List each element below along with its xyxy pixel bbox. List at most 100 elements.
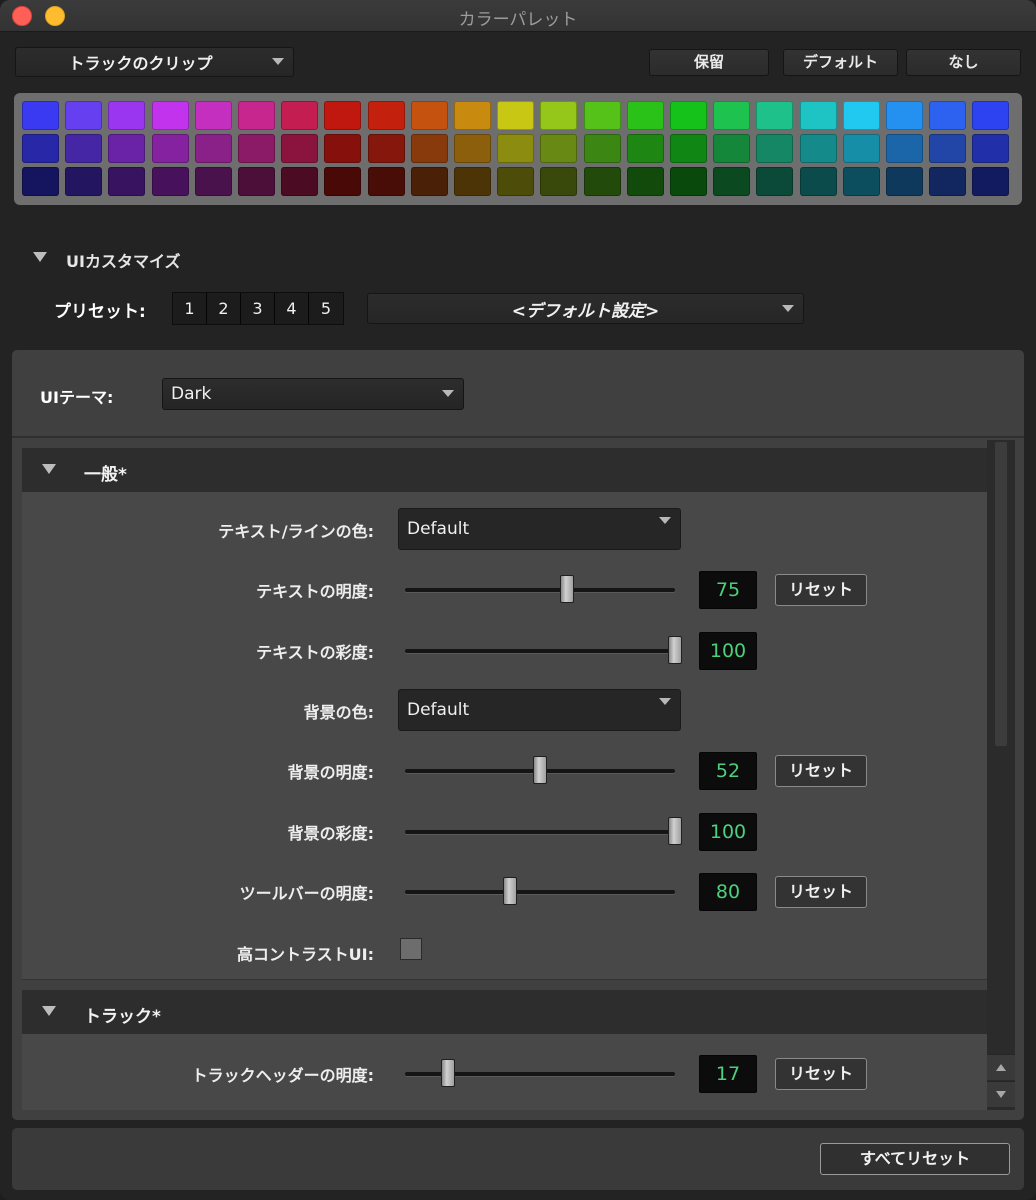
color-swatch[interactable] bbox=[22, 167, 59, 196]
color-swatch[interactable] bbox=[583, 167, 621, 196]
color-swatch[interactable] bbox=[367, 134, 405, 163]
background-brightness-reset-button[interactable]: リセット bbox=[775, 755, 867, 787]
preset-button-4[interactable]: 4 bbox=[275, 293, 309, 324]
color-swatch[interactable] bbox=[756, 134, 794, 163]
color-swatch[interactable] bbox=[65, 167, 103, 196]
color-swatch[interactable] bbox=[497, 101, 535, 130]
reset-all-button[interactable]: すべてリセット bbox=[820, 1143, 1010, 1175]
ui-theme-dropdown[interactable]: Dark bbox=[162, 378, 464, 410]
color-swatch[interactable] bbox=[65, 134, 103, 163]
color-swatch[interactable] bbox=[108, 101, 146, 130]
color-swatch[interactable] bbox=[626, 134, 664, 163]
color-swatch[interactable] bbox=[929, 167, 967, 196]
color-swatch[interactable] bbox=[281, 101, 319, 130]
color-swatch[interactable] bbox=[65, 101, 103, 130]
color-swatch[interactable] bbox=[324, 134, 362, 163]
color-swatch[interactable] bbox=[454, 101, 491, 130]
color-swatch[interactable] bbox=[670, 167, 707, 196]
color-swatch[interactable] bbox=[886, 134, 923, 163]
color-swatch[interactable] bbox=[410, 167, 448, 196]
color-swatch[interactable] bbox=[151, 134, 189, 163]
color-swatch[interactable] bbox=[22, 134, 59, 163]
ui-customize-header[interactable]: UIカスタマイズ bbox=[66, 248, 180, 272]
color-swatch[interactable] bbox=[842, 167, 880, 196]
color-swatch[interactable] bbox=[626, 167, 664, 196]
track-header-brightness-slider[interactable] bbox=[405, 1059, 675, 1087]
color-swatch[interactable] bbox=[799, 167, 837, 196]
color-swatch[interactable] bbox=[886, 167, 923, 196]
track-header-brightness-reset-button[interactable]: リセット bbox=[775, 1058, 867, 1090]
color-swatch[interactable] bbox=[108, 167, 146, 196]
color-swatch[interactable] bbox=[540, 101, 578, 130]
color-swatch[interactable] bbox=[367, 167, 405, 196]
color-swatch[interactable] bbox=[756, 167, 794, 196]
slider-handle[interactable] bbox=[560, 575, 574, 603]
disclosure-triangle-icon[interactable] bbox=[42, 1006, 56, 1016]
color-swatch[interactable] bbox=[22, 101, 59, 130]
text-brightness-reset-button[interactable]: リセット bbox=[775, 574, 867, 606]
general-section-header[interactable]: 一般* bbox=[22, 448, 987, 492]
scroll-down-button[interactable] bbox=[987, 1081, 1015, 1107]
track-header-brightness-value[interactable]: 17 bbox=[699, 1055, 757, 1093]
color-swatch[interactable] bbox=[454, 134, 491, 163]
color-swatch[interactable] bbox=[713, 167, 751, 196]
settings-scroll-area[interactable]: 一般* テキスト/ラインの色: Default テキストの明度: 75 リセット… bbox=[22, 446, 987, 1110]
color-swatch[interactable] bbox=[842, 134, 880, 163]
background-color-dropdown[interactable]: Default bbox=[398, 689, 681, 731]
slider-handle[interactable] bbox=[668, 636, 682, 664]
toolbar-brightness-reset-button[interactable]: リセット bbox=[775, 876, 867, 908]
text-saturation-value[interactable]: 100 bbox=[699, 632, 757, 670]
color-swatch[interactable] bbox=[583, 134, 621, 163]
preset-button-2[interactable]: 2 bbox=[207, 293, 241, 324]
color-swatch[interactable] bbox=[540, 167, 578, 196]
scrollbar-thumb[interactable] bbox=[995, 442, 1007, 746]
color-swatch[interactable] bbox=[238, 167, 275, 196]
color-swatch[interactable] bbox=[886, 101, 923, 130]
scroll-up-button[interactable] bbox=[987, 1054, 1015, 1080]
color-swatch[interactable] bbox=[238, 101, 275, 130]
color-swatch[interactable] bbox=[756, 101, 794, 130]
color-swatch[interactable] bbox=[713, 101, 751, 130]
track-section-header[interactable]: トラック* bbox=[22, 990, 987, 1034]
color-swatch[interactable] bbox=[799, 101, 837, 130]
color-swatch[interactable] bbox=[281, 167, 319, 196]
text-brightness-value[interactable]: 75 bbox=[699, 571, 757, 609]
color-swatch[interactable] bbox=[929, 101, 967, 130]
slider-handle[interactable] bbox=[668, 817, 682, 845]
preset-button-5[interactable]: 5 bbox=[309, 293, 343, 324]
slider-handle[interactable] bbox=[441, 1059, 456, 1087]
color-swatch[interactable] bbox=[194, 134, 232, 163]
toolbar-brightness-slider[interactable] bbox=[405, 877, 675, 905]
text-color-dropdown[interactable]: Default bbox=[398, 508, 681, 550]
color-swatch[interactable] bbox=[497, 134, 535, 163]
color-swatch[interactable] bbox=[194, 167, 232, 196]
color-swatch[interactable] bbox=[540, 134, 578, 163]
color-swatch[interactable] bbox=[410, 134, 448, 163]
background-brightness-value[interactable]: 52 bbox=[699, 752, 757, 790]
preset-dropdown[interactable]: <デフォルト設定> bbox=[367, 293, 804, 324]
background-saturation-value[interactable]: 100 bbox=[699, 813, 757, 851]
color-swatch[interactable] bbox=[626, 101, 664, 130]
color-swatch[interactable] bbox=[583, 101, 621, 130]
color-swatch[interactable] bbox=[324, 101, 362, 130]
color-swatch[interactable] bbox=[151, 167, 189, 196]
color-swatch[interactable] bbox=[842, 101, 880, 130]
color-swatch[interactable] bbox=[713, 134, 751, 163]
default-color-button[interactable]: デフォルト bbox=[783, 49, 898, 76]
no-color-button[interactable]: なし bbox=[906, 49, 1021, 76]
color-swatch[interactable] bbox=[281, 134, 319, 163]
color-swatch[interactable] bbox=[972, 167, 1010, 196]
preset-button-3[interactable]: 3 bbox=[241, 293, 275, 324]
slider-handle[interactable] bbox=[503, 877, 518, 905]
color-swatch[interactable] bbox=[972, 134, 1010, 163]
toolbar-brightness-value[interactable]: 80 bbox=[699, 873, 757, 911]
color-swatch[interactable] bbox=[108, 134, 146, 163]
color-swatch[interactable] bbox=[929, 134, 967, 163]
color-swatch[interactable] bbox=[497, 167, 535, 196]
preset-button-1[interactable]: 1 bbox=[173, 293, 207, 324]
color-swatch[interactable] bbox=[670, 134, 707, 163]
color-swatch[interactable] bbox=[972, 101, 1010, 130]
hold-button[interactable]: 保留 bbox=[649, 49, 769, 76]
color-swatch[interactable] bbox=[151, 101, 189, 130]
color-swatch[interactable] bbox=[324, 167, 362, 196]
